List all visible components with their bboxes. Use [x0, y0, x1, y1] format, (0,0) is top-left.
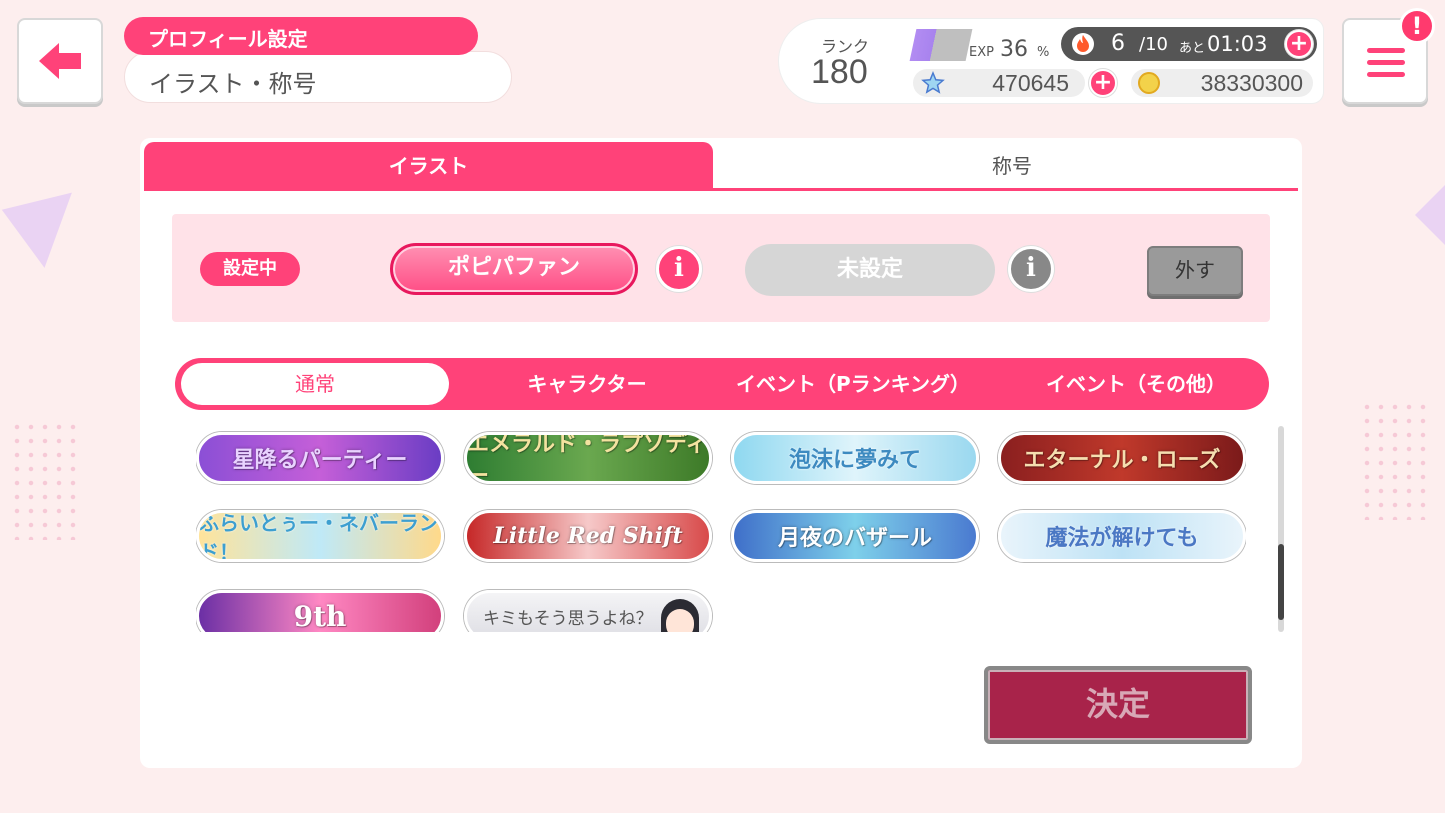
- live-boost-pill: 6 /10 あと 01:03 +: [1061, 27, 1317, 61]
- star-gem-pill: 470645: [913, 69, 1085, 97]
- live-boost-current: 6: [1111, 31, 1125, 56]
- menu-icon: [1367, 48, 1405, 53]
- background-triangle: [0, 172, 72, 268]
- live-boost-timer: 01:03: [1207, 32, 1268, 56]
- back-arrow-icon: [39, 43, 81, 79]
- illust-plate-text: キミもそう思うよね？: [483, 608, 653, 629]
- illust-plate[interactable]: ふらいとぅー・ネバーランド！: [196, 510, 444, 562]
- background-dots: [10, 420, 80, 540]
- add-live-boost-button[interactable]: +: [1285, 30, 1313, 58]
- illust-plate[interactable]: 星降るパーティー: [196, 432, 444, 484]
- tab-underline: [144, 188, 1298, 191]
- back-button[interactable]: [17, 18, 103, 104]
- illust-plate[interactable]: エターナル・ローズ: [998, 432, 1246, 484]
- category-tab-bar: 通常 キャラクター イベント（Pランキング） イベント（その他）: [175, 358, 1269, 410]
- unset-slot-badge[interactable]: 未設定: [745, 244, 995, 296]
- background-dots: [1360, 400, 1430, 520]
- live-boost-max: /10: [1139, 34, 1168, 55]
- coin-pill: 38330300: [1131, 69, 1313, 97]
- illust-grid: 星降るパーティー エメラルド・ラプソディー 泡沫に夢みて エターナル・ローズ ふ…: [196, 426, 1246, 632]
- category-tab-character[interactable]: キャラクター: [475, 358, 699, 410]
- live-boost-ato-label: あと: [1179, 41, 1206, 56]
- exp-bar: [909, 29, 973, 61]
- star-icon: [921, 71, 945, 94]
- add-star-gem-button[interactable]: +: [1089, 69, 1117, 97]
- exp-value: 36: [1000, 37, 1028, 62]
- remove-button[interactable]: 外す: [1147, 246, 1243, 296]
- character-face: [666, 609, 694, 632]
- category-tab-event-other[interactable]: イベント（その他）: [1015, 358, 1257, 410]
- screen-title-block: プロフィール設定 イラスト・称号: [124, 17, 514, 105]
- notification-badge: !: [1399, 8, 1435, 44]
- coin-icon: [1138, 72, 1160, 94]
- exp-label: EXP: [969, 45, 994, 60]
- category-tab-event-p-ranking[interactable]: イベント（Pランキング）: [723, 358, 983, 410]
- screen-title: イラスト・称号: [124, 51, 512, 103]
- illust-plate[interactable]: エメラルド・ラプソディー: [464, 432, 712, 484]
- info-icon[interactable]: i: [1008, 246, 1054, 292]
- menu-icon: [1367, 72, 1405, 77]
- background-triangle: [1415, 185, 1445, 245]
- illust-plate[interactable]: 月夜のバザール: [731, 510, 979, 562]
- menu-icon: [1367, 60, 1405, 65]
- confirm-button[interactable]: 決定: [984, 666, 1252, 744]
- screen-category: プロフィール設定: [124, 17, 478, 55]
- illust-plate-with-character[interactable]: キミもそう思うよね？: [464, 590, 712, 632]
- current-setting-box: 設定中 ポピパファン i 未設定 i 外す: [172, 214, 1270, 322]
- current-illust-badge[interactable]: ポピパファン: [390, 243, 638, 295]
- exp-unit: %: [1037, 45, 1050, 60]
- category-tab-normal[interactable]: 通常: [181, 363, 449, 405]
- coin-count: 38330300: [1200, 70, 1303, 96]
- info-icon[interactable]: i: [656, 246, 702, 292]
- tab-title[interactable]: 称号: [726, 142, 1298, 190]
- illust-plate[interactable]: 9th: [196, 590, 444, 632]
- setting-label: 設定中: [200, 252, 300, 286]
- main-panel: イラスト 称号 設定中 ポピパファン i 未設定 i 外す 通常 キャラクター …: [140, 138, 1302, 768]
- illust-plate[interactable]: Little Red Shift: [464, 510, 712, 562]
- scrollbar-thumb[interactable]: [1278, 544, 1284, 620]
- illust-plate[interactable]: 泡沫に夢みて: [731, 432, 979, 484]
- rank-value: 180: [811, 53, 868, 91]
- illust-plate[interactable]: 魔法が解けても: [998, 510, 1246, 562]
- star-gem-count: 470645: [992, 70, 1069, 96]
- player-status-panel: ランク 180 EXP 36 % 6 /10 あと 01:03 + 470645…: [778, 18, 1324, 104]
- tab-illust[interactable]: イラスト: [144, 142, 713, 190]
- fire-icon: [1072, 33, 1094, 55]
